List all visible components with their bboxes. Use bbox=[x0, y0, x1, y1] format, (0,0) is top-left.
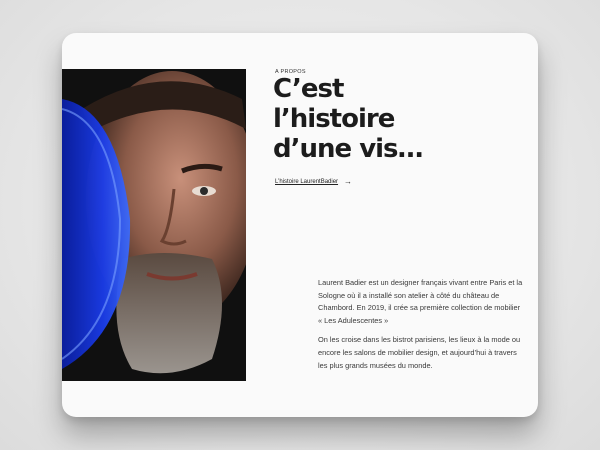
headline-line: C’est bbox=[273, 74, 344, 104]
section-headline: C’est l’histoire d’une vis… bbox=[273, 74, 473, 164]
story-link[interactable]: L’histoire LaurentBadier → bbox=[275, 178, 352, 186]
designer-portrait-image bbox=[62, 69, 246, 381]
bio-text: Laurent Badier est un designer français … bbox=[318, 277, 523, 379]
arrow-right-icon: → bbox=[344, 177, 353, 186]
headline-line: d’une vis… bbox=[273, 134, 424, 164]
headline-line: l’histoire bbox=[273, 104, 395, 134]
story-link-label: L’histoire LaurentBadier bbox=[275, 179, 339, 185]
bio-paragraph: On les croise dans les bistrot parisiens… bbox=[318, 335, 521, 370]
page-background: A PROPOS C’est l’histoire d’une vis… L’h… bbox=[0, 0, 600, 450]
bio-paragraph: Laurent Badier est un designer français … bbox=[318, 278, 523, 325]
about-card: A PROPOS C’est l’histoire d’une vis… L’h… bbox=[62, 33, 538, 417]
